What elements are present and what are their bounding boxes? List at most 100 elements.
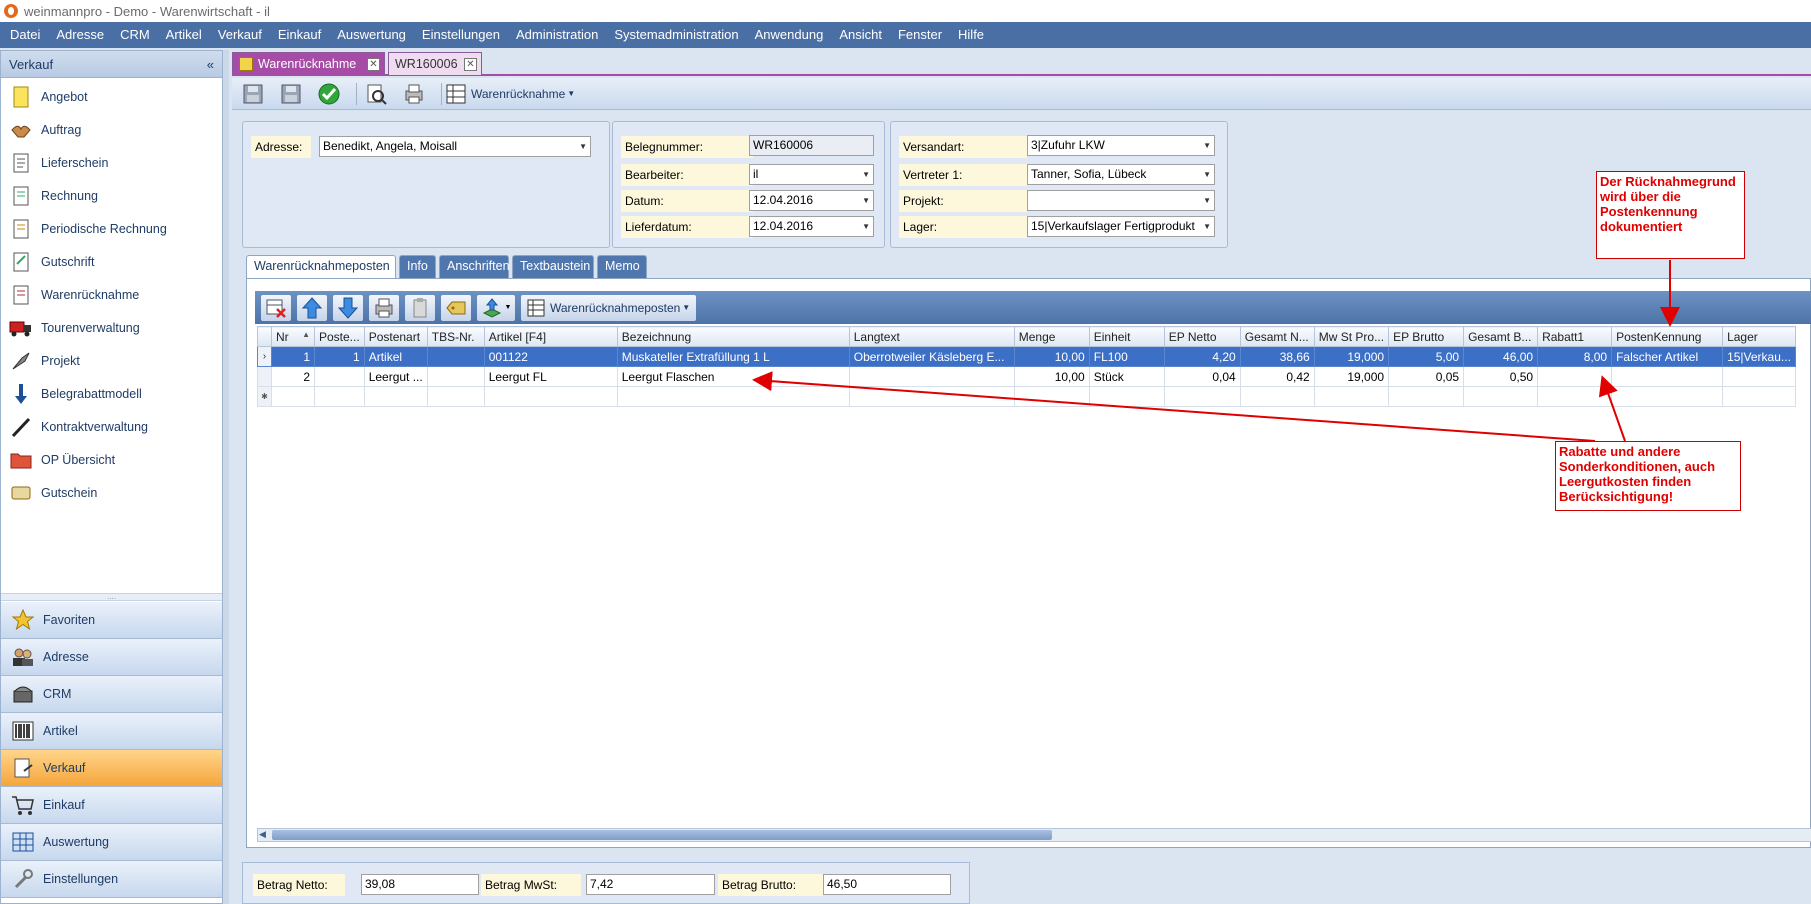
column-header[interactable]: Einheit bbox=[1088, 326, 1165, 347]
menu-anwendung[interactable]: Anwendung bbox=[747, 22, 832, 48]
view-selector-dropdown[interactable]: Warenrücknahme ▼ bbox=[446, 84, 575, 104]
column-header[interactable]: EP Brutto bbox=[1388, 326, 1465, 347]
table-cell[interactable]: 001122 bbox=[483, 346, 618, 367]
table-cell[interactable] bbox=[314, 386, 365, 407]
column-header[interactable]: Gesamt N... bbox=[1239, 326, 1315, 347]
table-cell[interactable] bbox=[483, 386, 618, 407]
nav-einstellungen[interactable]: Einstellungen bbox=[1, 861, 222, 898]
sidebar-item-tourenverwaltung[interactable]: Tourenverwaltung bbox=[1, 311, 222, 344]
chevron-down-icon[interactable]: ▼ bbox=[1203, 165, 1211, 184]
column-header[interactable]: Postenart bbox=[363, 326, 428, 347]
nav-favoriten[interactable]: Favoriten bbox=[1, 602, 222, 639]
save-close-icon[interactable] bbox=[238, 80, 268, 108]
table-cell[interactable] bbox=[426, 346, 485, 367]
print-icon[interactable] bbox=[369, 294, 399, 321]
nav-crm[interactable]: CRM bbox=[1, 676, 222, 713]
menu-fenster[interactable]: Fenster bbox=[890, 22, 950, 48]
import-export-icon[interactable]: ▼ bbox=[477, 294, 515, 321]
lager-field[interactable]: 15|Verkaufslager Fertigprodukt ▼ bbox=[1027, 216, 1215, 237]
sidebar-item-belegrabattmodell[interactable]: Belegrabattmodell bbox=[1, 377, 222, 410]
table-cell[interactable] bbox=[1537, 366, 1613, 387]
table-cell[interactable] bbox=[616, 386, 850, 407]
column-header[interactable]: PostenKennung bbox=[1611, 326, 1724, 347]
table-cell[interactable]: 38,66 bbox=[1239, 346, 1315, 367]
sidebar-item-gutschrift[interactable]: Gutschrift bbox=[1, 245, 222, 278]
table-cell[interactable]: Muskateller Extrafüllung 1 L bbox=[616, 346, 850, 367]
grid-view-selector-dropdown[interactable]: Warenrücknahmeposten ▼ bbox=[521, 294, 697, 321]
menu-datei[interactable]: Datei bbox=[2, 22, 48, 48]
nav-auswertung[interactable]: Auswertung bbox=[1, 824, 222, 861]
column-header[interactable]: EP Netto bbox=[1163, 326, 1241, 347]
table-cell[interactable]: Falscher Artikel bbox=[1611, 346, 1724, 367]
table-cell[interactable]: Artikel bbox=[363, 346, 428, 367]
current-row-indicator-icon[interactable]: › bbox=[257, 346, 272, 367]
table-cell[interactable] bbox=[426, 366, 485, 387]
table-cell[interactable] bbox=[848, 366, 1015, 387]
column-header[interactable]: Langtext bbox=[848, 326, 1015, 347]
table-cell[interactable] bbox=[1088, 386, 1165, 407]
tab-textbaustein[interactable]: Textbaustein bbox=[512, 255, 594, 278]
table-row[interactable]: 2 Leergut ... Leergut FL Leergut Flaschen 10… bbox=[257, 366, 1797, 387]
chevron-down-icon[interactable]: ▼ bbox=[1203, 191, 1211, 210]
adresse-field[interactable]: Benedikt, Angela, Moisall ▼ bbox=[319, 136, 591, 157]
move-up-icon[interactable] bbox=[297, 294, 327, 321]
nav-verkauf[interactable]: Verkauf bbox=[1, 750, 222, 787]
table-cell[interactable] bbox=[1537, 386, 1613, 407]
table-cell[interactable] bbox=[1239, 386, 1315, 407]
menu-auswertung[interactable]: Auswertung bbox=[329, 22, 414, 48]
table-cell[interactable] bbox=[1013, 386, 1090, 407]
label-tag-icon[interactable] bbox=[441, 294, 471, 321]
sidebar-item-warenrücknahme[interactable]: Warenrücknahme bbox=[1, 278, 222, 311]
table-cell[interactable]: 1 bbox=[314, 346, 365, 367]
close-tab-icon[interactable]: ✕ bbox=[464, 57, 477, 71]
table-cell[interactable]: 4,20 bbox=[1163, 346, 1241, 367]
table-cell[interactable] bbox=[1611, 366, 1724, 387]
table-cell[interactable]: FL100 bbox=[1088, 346, 1165, 367]
tab-warenruecknahme[interactable]: Warenrücknahme ✕ bbox=[232, 52, 385, 75]
vertical-splitter[interactable] bbox=[223, 50, 229, 904]
table-cell[interactable] bbox=[1388, 386, 1465, 407]
table-cell[interactable]: Leergut Flaschen bbox=[616, 366, 850, 387]
sidebar-item-projekt[interactable]: Projekt bbox=[1, 344, 222, 377]
horizontal-scrollbar[interactable]: ◀ bbox=[257, 828, 1811, 842]
sidebar-splitter-grip[interactable]: .... bbox=[1, 593, 222, 601]
column-header[interactable]: Bezeichnung bbox=[616, 326, 850, 347]
projekt-field[interactable]: ▼ bbox=[1027, 190, 1215, 211]
chevron-down-icon[interactable]: ▼ bbox=[862, 217, 870, 236]
table-cell[interactable] bbox=[1313, 386, 1390, 407]
table-cell[interactable]: 2 bbox=[271, 366, 315, 387]
datum-field[interactable]: 12.04.2016 ▼ bbox=[749, 190, 874, 211]
table-cell[interactable] bbox=[1611, 386, 1724, 407]
chevron-down-icon[interactable]: ▼ bbox=[579, 137, 587, 156]
table-cell[interactable]: 10,00 bbox=[1013, 366, 1090, 387]
table-cell[interactable]: 19,000 bbox=[1313, 366, 1390, 387]
scroll-left-icon[interactable]: ◀ bbox=[259, 829, 266, 840]
table-cell[interactable] bbox=[1722, 386, 1797, 407]
table-cell[interactable] bbox=[848, 386, 1015, 407]
menu-systemadministration[interactable]: Systemadministration bbox=[606, 22, 746, 48]
table-cell[interactable]: Leergut ... bbox=[363, 366, 428, 387]
column-header[interactable]: Mw St Pro... bbox=[1313, 326, 1390, 347]
print-icon[interactable] bbox=[399, 80, 429, 108]
column-header[interactable]: Menge bbox=[1013, 326, 1090, 347]
sidebar-item-kontraktverwaltung[interactable]: Kontraktverwaltung bbox=[1, 410, 222, 443]
sidebar-item-lieferschein[interactable]: Lieferschein bbox=[1, 146, 222, 179]
menu-administration[interactable]: Administration bbox=[508, 22, 606, 48]
table-cell[interactable]: 0,04 bbox=[1163, 366, 1241, 387]
tab-wr160006[interactable]: WR160006 ✕ bbox=[388, 52, 482, 75]
column-header[interactable]: Artikel [F4] bbox=[483, 326, 618, 347]
nav-artikel[interactable]: Artikel bbox=[1, 713, 222, 750]
close-tab-icon[interactable]: ✕ bbox=[367, 57, 380, 71]
bearbeiter-field[interactable]: il ▼ bbox=[749, 164, 874, 185]
table-cell[interactable]: 5,00 bbox=[1388, 346, 1465, 367]
table-cell[interactable] bbox=[314, 366, 365, 387]
menu-einstellungen[interactable]: Einstellungen bbox=[414, 22, 508, 48]
clipboard-icon[interactable] bbox=[405, 294, 435, 321]
sidebar-item-periodische-rechnung[interactable]: Periodische Rechnung bbox=[1, 212, 222, 245]
table-cell[interactable]: 46,00 bbox=[1463, 346, 1539, 367]
menu-adresse[interactable]: Adresse bbox=[48, 22, 112, 48]
table-cell[interactable] bbox=[1722, 366, 1797, 387]
table-cell[interactable]: 0,05 bbox=[1388, 366, 1465, 387]
delete-row-icon[interactable] bbox=[261, 294, 291, 321]
vertreter-field[interactable]: Tanner, Sofia, Lübeck ▼ bbox=[1027, 164, 1215, 185]
